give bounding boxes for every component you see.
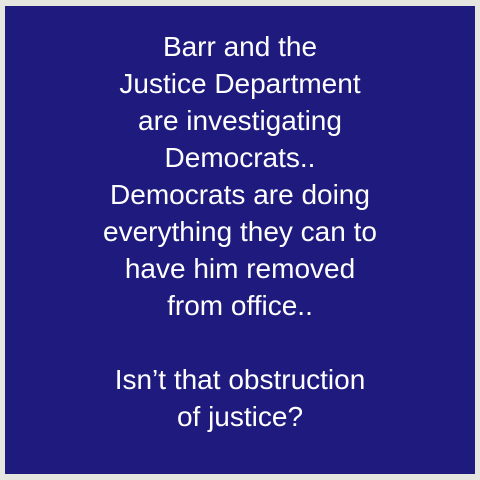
text-line: Barr and the — [162, 31, 318, 62]
text-line: have him removed — [124, 253, 356, 284]
text-line: Justice Department — [119, 68, 361, 99]
text-line: Isn’t that obstruction — [114, 364, 366, 395]
text-line: from office.. — [167, 290, 313, 321]
text-line: Democrats.. — [164, 142, 316, 173]
image-frame: Barr and the Justice Department are inve… — [0, 0, 480, 480]
text-line: Democrats are doing — [110, 179, 370, 210]
text-line: are investigating — [138, 105, 342, 136]
message-text: Barr and the Justice Department are inve… — [5, 28, 475, 435]
text-panel: Barr and the Justice Department are inve… — [5, 6, 475, 474]
text-line: everything they can to — [103, 216, 377, 247]
text-line: of justice? — [176, 401, 304, 432]
